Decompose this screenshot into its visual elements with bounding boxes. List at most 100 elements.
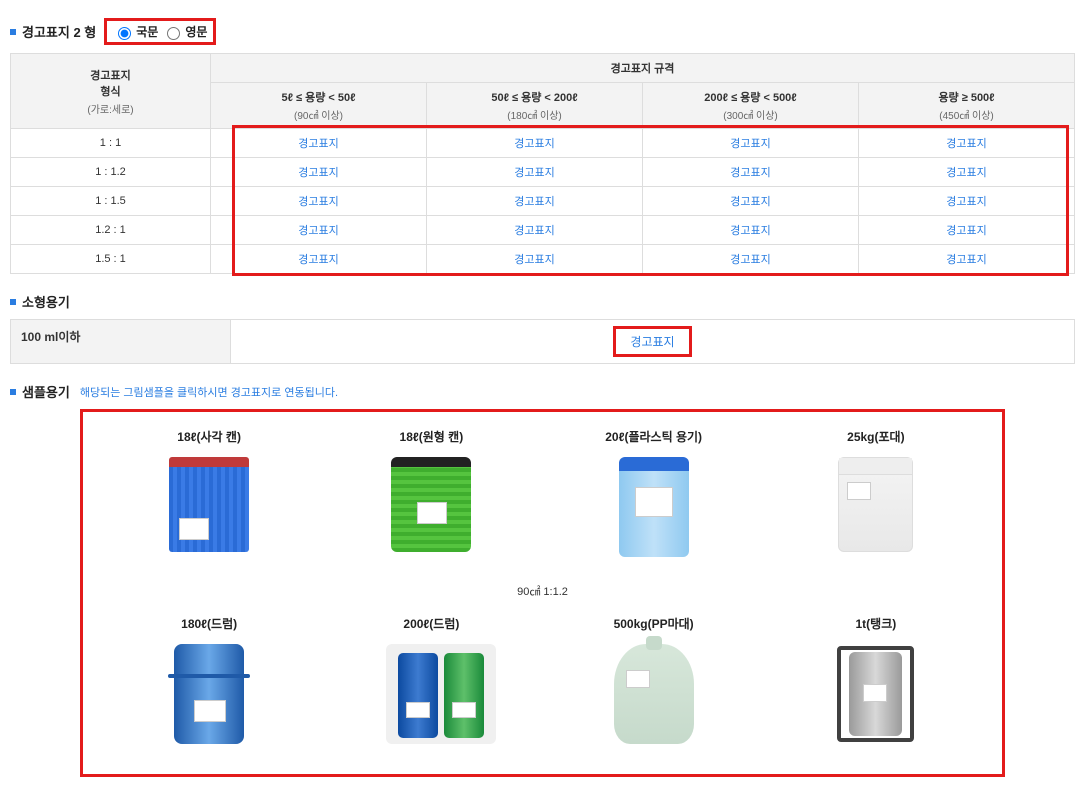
header-format-sub: (가로:세로): [15, 101, 206, 116]
sample-18l-round-can[interactable]: 18ℓ(원형 캔): [325, 422, 537, 577]
sample-section: 18ℓ(사각 캔) 18ℓ(원형 캔) 20ℓ(플라스틱 용기) 25kg(포대…: [10, 409, 1075, 777]
section-title-sample-container: 샘플용기 해당되는 그림샘플을 클릭하시면 경고표지로 연동됩니다.: [10, 382, 1075, 401]
warning-label-link[interactable]: 경고표지: [514, 196, 554, 208]
warning-label-link[interactable]: 경고표지: [298, 138, 338, 150]
sample-label: 200ℓ(드럼): [329, 615, 533, 632]
warning-label-link[interactable]: 경고표지: [946, 254, 986, 266]
warning-label-link-cell: 경고표지: [211, 245, 427, 274]
warning-label-link-cell: 경고표지: [427, 129, 643, 158]
table-row: 1.2 : 1 경고표지 경고표지 경고표지 경고표지: [11, 216, 1075, 245]
radio-english-input[interactable]: [167, 27, 180, 40]
section-label: 샘플용기: [22, 382, 70, 401]
warning-label-link-cell: 경고표지: [427, 187, 643, 216]
warning-label-link[interactable]: 경고표지: [946, 138, 986, 150]
warning-label-link[interactable]: 경고표지: [946, 196, 986, 208]
sample-25kg-bag[interactable]: 25kg(포대): [770, 422, 982, 577]
warning-label-link-cell: 경고표지: [859, 245, 1075, 274]
bullet-icon: [10, 299, 16, 305]
header-col-2: 200ℓ ≤ 용량 < 500ℓ (300㎠ 이상): [643, 83, 859, 129]
container-round-can-icon: [386, 457, 476, 567]
warning-label-link-cell: 경고표지: [643, 216, 859, 245]
header-col-1: 50ℓ ≤ 용량 < 200ℓ (180㎠ 이상): [427, 83, 643, 129]
section-title-small-container: 소형용기: [10, 292, 1075, 311]
sample-18l-square-can[interactable]: 18ℓ(사각 캔): [103, 422, 315, 577]
radio-korean-label: 국문: [136, 23, 158, 40]
radio-korean[interactable]: 국문: [113, 23, 158, 40]
ratio-cell: 1.2 : 1: [11, 216, 211, 245]
warning-label-link[interactable]: 경고표지: [514, 167, 554, 179]
warning-label-link-cell: 경고표지: [859, 187, 1075, 216]
header-col-0: 5ℓ ≤ 용량 < 50ℓ (90㎠ 이상): [211, 83, 427, 129]
warning-label-link[interactable]: 경고표지: [298, 254, 338, 266]
warning-label-link-cell: 경고표지: [859, 129, 1075, 158]
container-pp-bag-icon: [609, 644, 699, 754]
sample-200l-drum[interactable]: 200ℓ(드럼): [325, 609, 537, 764]
warning-label-link-cell: 경고표지: [427, 216, 643, 245]
header-format: 경고표지 형식 (가로:세로): [11, 54, 211, 129]
warning-label-link-cell: 경고표지: [427, 158, 643, 187]
sample-label: 500kg(PP마대): [552, 615, 756, 632]
sample-label: 25kg(포대): [774, 428, 978, 445]
table-row: 1.5 : 1경고표지경고표지경고표지경고표지: [11, 245, 1075, 274]
warning-label-link[interactable]: 경고표지: [514, 225, 554, 237]
sample-mid-caption: 90㎠ 1:1.2: [103, 577, 982, 609]
ratio-cell: 1 : 1.5: [11, 187, 211, 216]
warning-label-link[interactable]: 경고표지: [730, 167, 770, 179]
warning-label-link-cell: 경고표지: [859, 216, 1075, 245]
sample-grid: 18ℓ(사각 캔) 18ℓ(원형 캔) 20ℓ(플라스틱 용기) 25kg(포대…: [80, 409, 1005, 777]
sample-row-2: 180ℓ(드럼) 200ℓ(드럼) 500kg(PP마대) 1t(탱크): [103, 609, 982, 764]
header-col-3-sub: (450㎠ 이상): [863, 107, 1070, 122]
warning-label-link-cell: 경고표지: [211, 187, 427, 216]
table-row: 1 : 1.5 경고표지 경고표지 경고표지 경고표지: [11, 187, 1075, 216]
warning-label-link[interactable]: 경고표지: [946, 167, 986, 179]
header-spec-group: 경고표지 규격: [211, 54, 1075, 83]
warning-label-link[interactable]: 경고표지: [298, 196, 338, 208]
header-col-0-sub: (90㎠ 이상): [215, 107, 422, 122]
ratio-cell: 1 : 1.2: [11, 158, 211, 187]
header-format-line2: 형식: [100, 86, 120, 98]
section-helper: 해당되는 그림샘플을 클릭하시면 경고표지로 연동됩니다.: [80, 384, 338, 400]
section-label: 소형용기: [22, 292, 70, 311]
radio-korean-input[interactable]: [118, 27, 131, 40]
radio-english[interactable]: 영문: [162, 23, 207, 40]
warning-label-link[interactable]: 경고표지: [514, 138, 554, 150]
ratio-cell: 1 : 1: [11, 129, 211, 158]
warning-label-link[interactable]: 경고표지: [730, 138, 770, 150]
table-row: 1 : 1.2 경고표지 경고표지 경고표지 경고표지: [11, 158, 1075, 187]
spec-table-container: 경고표지 형식 (가로:세로) 경고표지 규격 5ℓ ≤ 용량 < 50ℓ (9…: [10, 53, 1075, 274]
warning-label-link[interactable]: 경고표지: [730, 225, 770, 237]
header-col-3: 용량 ≥ 500ℓ (450㎠ 이상): [859, 83, 1075, 129]
header-col-2-sub: (300㎠ 이상): [647, 107, 854, 122]
sample-500kg-pp-bag[interactable]: 500kg(PP마대): [548, 609, 760, 764]
header-col-0-main: 5ℓ ≤ 용량 < 50ℓ: [281, 92, 355, 104]
sample-row-1: 18ℓ(사각 캔) 18ℓ(원형 캔) 20ℓ(플라스틱 용기) 25kg(포대…: [103, 422, 982, 577]
warning-label-link-cell: 경고표지: [643, 187, 859, 216]
container-drum-pair-icon: [386, 644, 476, 754]
warning-label-link[interactable]: 경고표지: [730, 254, 770, 266]
warning-label-link-cell: 경고표지: [211, 216, 427, 245]
small-container-link[interactable]: 경고표지: [613, 326, 691, 357]
warning-label-link-cell: 경고표지: [211, 129, 427, 158]
warning-label-link[interactable]: 경고표지: [514, 254, 554, 266]
warning-label-link[interactable]: 경고표지: [298, 225, 338, 237]
small-container-row: 100 ml이하 경고표지: [10, 319, 1075, 364]
sample-20l-plastic[interactable]: 20ℓ(플라스틱 용기): [548, 422, 760, 577]
header-col-3-main: 용량 ≥ 500ℓ: [938, 92, 994, 104]
spec-table: 경고표지 형식 (가로:세로) 경고표지 규격 5ℓ ≤ 용량 < 50ℓ (9…: [10, 53, 1075, 274]
warning-label-link[interactable]: 경고표지: [730, 196, 770, 208]
language-radio-group: 국문 영문: [104, 18, 216, 45]
container-tank-icon: [831, 644, 921, 754]
bullet-icon: [10, 29, 16, 35]
warning-label-link[interactable]: 경고표지: [298, 167, 338, 179]
header-format-line1: 경고표지: [90, 70, 130, 82]
section-title-warning-label-2: 경고표지 2 형 국문 영문: [10, 18, 1075, 45]
sample-label: 18ℓ(사각 캔): [107, 428, 311, 445]
sample-1t-tank[interactable]: 1t(탱크): [770, 609, 982, 764]
sample-180l-drum[interactable]: 180ℓ(드럼): [103, 609, 315, 764]
table-row: 1 : 1 경고표지 경고표지 경고표지 경고표지: [11, 129, 1075, 158]
warning-label-link-cell: 경고표지: [859, 158, 1075, 187]
warning-label-link[interactable]: 경고표지: [946, 225, 986, 237]
container-bag-icon: [831, 457, 921, 567]
sample-label: 1t(탱크): [774, 615, 978, 632]
header-col-2-main: 200ℓ ≤ 용량 < 500ℓ: [704, 92, 796, 104]
